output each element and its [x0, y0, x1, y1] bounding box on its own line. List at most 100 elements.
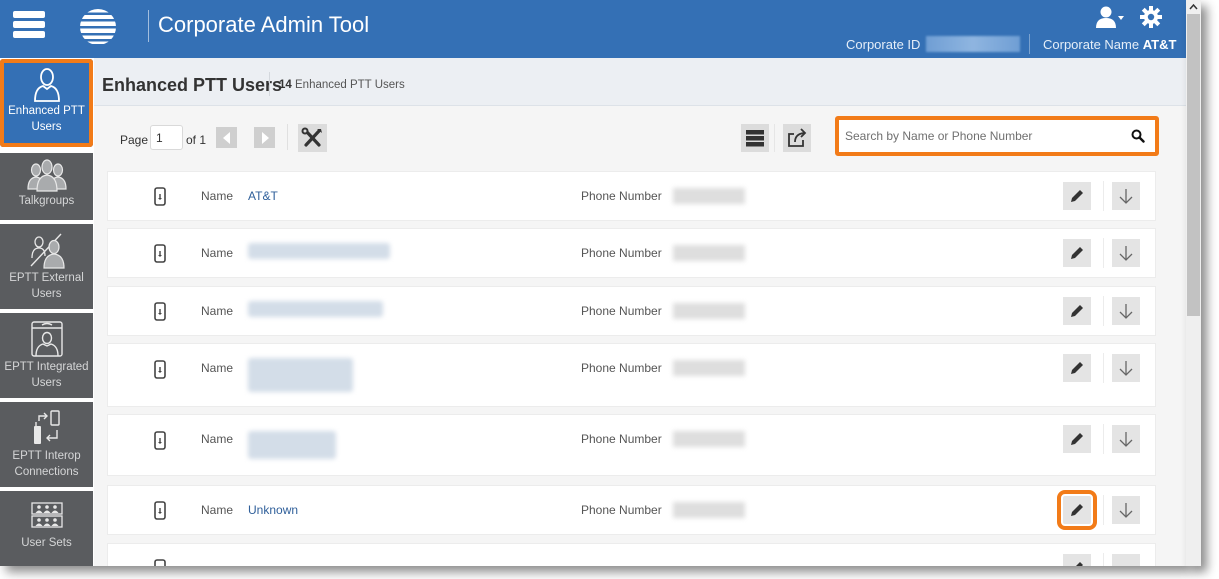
action-divider — [1103, 181, 1104, 211]
download-button[interactable] — [1112, 239, 1140, 267]
search-input[interactable] — [845, 126, 1125, 146]
search-box — [835, 116, 1159, 156]
edit-button[interactable] — [1063, 554, 1091, 566]
arrow-down-icon — [1119, 246, 1133, 261]
download-button[interactable] — [1112, 182, 1140, 210]
arrow-down-icon — [1119, 503, 1133, 518]
sidebar-item-user-sets[interactable]: User Sets — [0, 491, 93, 566]
device-icon — [154, 501, 166, 520]
download-button[interactable] — [1112, 554, 1140, 566]
user-row[interactable]: Name Phone Number — [107, 414, 1156, 476]
interop-icon — [33, 410, 60, 444]
sidebar-item-talkgroups[interactable]: Talkgroups — [0, 153, 93, 220]
app-title: Corporate Admin Tool — [158, 12, 370, 37]
user-row[interactable]: Name AT&T Phone Number — [107, 171, 1156, 221]
user-count-value: 14 — [279, 79, 292, 91]
user-row[interactable]: Name Unknown Phone Number — [107, 485, 1156, 535]
download-button[interactable] — [1112, 496, 1140, 524]
pencil-icon — [1071, 247, 1083, 259]
sidebar-item-eptt-integrated-users[interactable]: EPTT Integrated Users — [0, 313, 93, 398]
name-label: Name — [201, 361, 234, 375]
scrollbar-thumb[interactable] — [1187, 14, 1200, 316]
edit-button[interactable] — [1063, 239, 1091, 267]
toolbar-divider — [774, 124, 775, 152]
vertical-scrollbar[interactable] — [1186, 0, 1201, 566]
user-row[interactable]: Name Phone Number — [107, 343, 1156, 407]
action-divider — [1103, 238, 1104, 268]
wrench-pencil-icon — [301, 127, 322, 147]
sidebar-item-label: User Sets — [21, 537, 72, 549]
sidebar-item-eptt-interop-connections[interactable]: EPTT Interop Connections — [0, 402, 93, 487]
download-button[interactable] — [1112, 297, 1140, 325]
action-divider — [1103, 495, 1104, 525]
scroll-up-icon[interactable] — [1186, 0, 1201, 14]
user-name-redacted[interactable] — [248, 301, 383, 317]
name-label: Name — [201, 432, 234, 446]
phone-number-value — [673, 360, 745, 376]
header-divider — [269, 72, 270, 96]
list-view-icon — [746, 130, 764, 147]
phone-number-label: Phone Number — [581, 503, 662, 517]
phone-number-value — [673, 245, 745, 261]
user-row[interactable] — [107, 543, 1156, 566]
sidebar-item-label: EPTT External Users — [9, 272, 84, 300]
user-count-label: Enhanced PTT Users — [295, 79, 405, 91]
edit-button[interactable] — [1063, 354, 1091, 382]
pencil-icon — [1076, 562, 1083, 566]
header-divider — [1029, 34, 1030, 54]
corporate-id-label: Corporate ID — [846, 37, 921, 52]
export-button[interactable] — [783, 124, 811, 152]
corporate-id-value — [926, 36, 1020, 52]
next-page-button[interactable] — [254, 127, 275, 148]
action-divider — [1103, 353, 1104, 383]
user-name-redacted[interactable] — [248, 431, 336, 459]
sidebar-item-label: EPTT Integrated Users — [4, 361, 89, 389]
download-button[interactable] — [1112, 354, 1140, 382]
phone-number-value — [673, 188, 745, 204]
phone-number-value — [673, 303, 745, 319]
list-view-button[interactable] — [741, 124, 769, 152]
edit-button[interactable] — [1057, 490, 1097, 530]
sidebar-item-eptt-external-users[interactable]: EPTT External Users — [0, 224, 93, 309]
user-name-link[interactable]: AT&T — [248, 189, 278, 203]
user-row[interactable]: Name Phone Number — [107, 286, 1156, 336]
group-icon — [26, 159, 67, 192]
arrow-down-icon — [1119, 189, 1133, 204]
arrow-down-icon — [1119, 304, 1133, 319]
edit-button[interactable] — [1063, 182, 1091, 210]
tools-button[interactable] — [298, 124, 327, 152]
sidebar-item-enhanced-ptt-users[interactable]: Enhanced PTT Users — [0, 59, 93, 147]
phone-number-value — [673, 431, 745, 447]
main-content: Enhanced PTT Users 14 Enhanced PTT Users… — [94, 58, 1186, 566]
gear-icon[interactable] — [1140, 6, 1162, 28]
user-name-redacted[interactable] — [248, 243, 390, 259]
device-icon — [154, 187, 166, 206]
user-row[interactable]: Name Phone Number — [107, 228, 1156, 278]
user-name-redacted[interactable] — [248, 358, 353, 392]
user-account-icon[interactable] — [1095, 6, 1125, 30]
page-title: Enhanced PTT Users — [102, 75, 283, 95]
app-window: Corporate Admin Tool Corporate ID Corpor… — [0, 0, 1186, 566]
corporate-name-value: AT&T — [1142, 37, 1177, 52]
action-divider — [1103, 553, 1104, 566]
edit-button[interactable] — [1063, 425, 1091, 453]
sidebar-item-label: Enhanced PTT Users — [8, 105, 85, 133]
download-button[interactable] — [1112, 425, 1140, 453]
edit-button[interactable] — [1063, 297, 1091, 325]
sidebar-item-label: Talkgroups — [18, 195, 75, 207]
pencil-icon — [1071, 190, 1083, 202]
previous-page-button[interactable] — [216, 127, 237, 148]
page-number-input[interactable] — [150, 125, 183, 150]
search-icon[interactable] — [1131, 129, 1145, 143]
pencil-icon — [1071, 305, 1083, 317]
device-icon — [154, 244, 166, 263]
pencil-icon — [1071, 433, 1083, 445]
device-icon — [154, 559, 166, 566]
hamburger-menu-icon[interactable] — [13, 11, 45, 41]
user-name-link[interactable]: Unknown — [248, 503, 298, 517]
user-count: 14 Enhanced PTT Users — [279, 79, 405, 91]
device-icon — [154, 431, 166, 450]
page-label: Page — [120, 133, 149, 147]
toolbar: Page of 1 — [94, 106, 1186, 166]
phone-number-label: Phone Number — [581, 432, 662, 446]
